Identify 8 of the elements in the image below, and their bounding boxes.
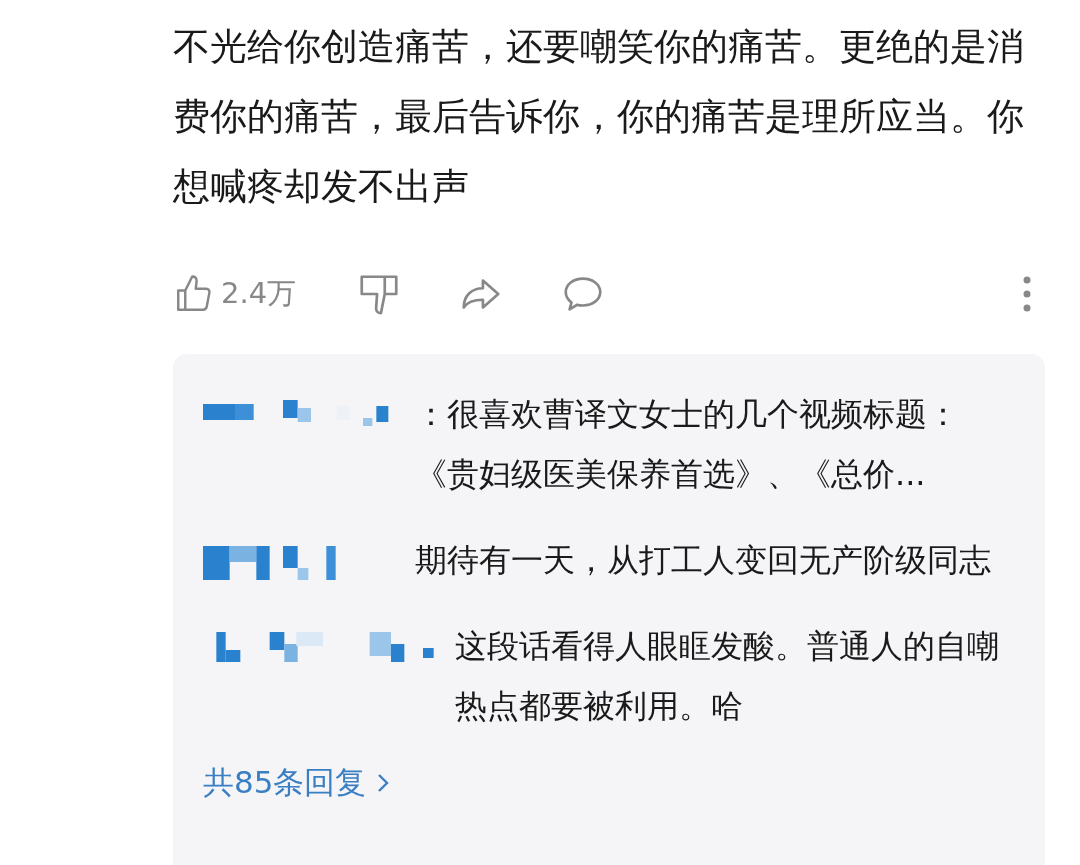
more-options-icon[interactable]	[1022, 275, 1032, 313]
comment-text: 不光给你创造痛苦，还要嘲笑你的痛苦。更绝的是消费你的痛苦，最后告诉你，你的痛苦是理所应当。你想喊疼却发不出声	[173, 24, 1025, 210]
view-all-replies-link[interactable]: 共85条回复	[203, 762, 391, 804]
reply-text: 这段话看得人眼眶发酸。普通人的自嘲热点都要被利用。哈	[455, 626, 1000, 727]
chevron-right-icon	[376, 772, 391, 794]
reply-text: 期待有一天，从打工人变回无产阶级同志	[415, 540, 992, 581]
like-count: 2.4万	[221, 275, 297, 312]
reply-text: ：很喜欢曹译文女士的几个视频标题：《贵妇级医美保养首选》、《总价...	[415, 394, 960, 495]
